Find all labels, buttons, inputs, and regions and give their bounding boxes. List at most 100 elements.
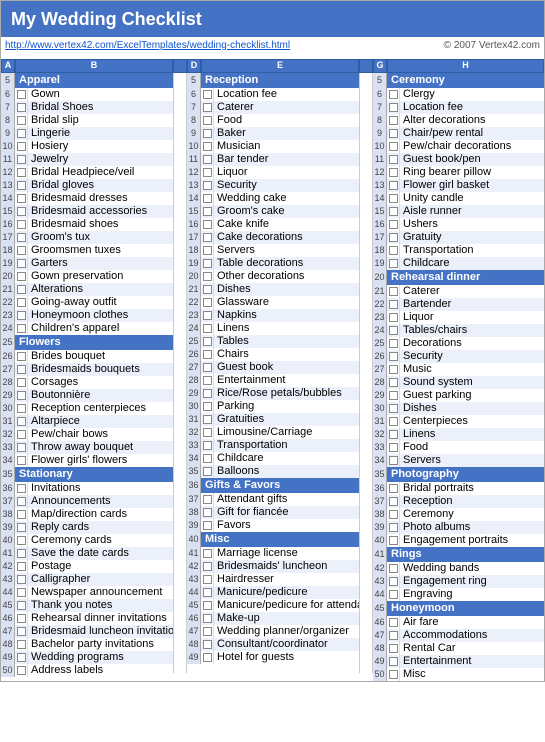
checkbox[interactable] (389, 378, 398, 387)
checkbox[interactable] (203, 350, 212, 359)
checkbox[interactable] (203, 324, 212, 333)
checkbox[interactable] (17, 155, 26, 164)
checkbox[interactable] (203, 103, 212, 112)
checkbox[interactable] (389, 168, 398, 177)
checkbox[interactable] (17, 129, 26, 138)
checkbox[interactable] (389, 155, 398, 164)
checkbox[interactable] (389, 339, 398, 348)
checkbox[interactable] (389, 417, 398, 426)
checkbox[interactable] (17, 627, 26, 636)
checkbox[interactable] (203, 194, 212, 203)
checkbox[interactable] (203, 428, 212, 437)
checkbox[interactable] (17, 194, 26, 203)
checkbox[interactable] (203, 495, 212, 504)
checkbox[interactable] (203, 389, 212, 398)
checkbox[interactable] (17, 614, 26, 623)
checkbox[interactable] (203, 363, 212, 372)
checkbox[interactable] (17, 653, 26, 662)
checkbox[interactable] (203, 549, 212, 558)
checkbox[interactable] (389, 246, 398, 255)
checkbox[interactable] (389, 233, 398, 242)
checkbox[interactable] (203, 298, 212, 307)
checkbox[interactable] (203, 588, 212, 597)
checkbox[interactable] (17, 456, 26, 465)
checkbox[interactable] (17, 549, 26, 558)
checkbox[interactable] (389, 430, 398, 439)
checkbox[interactable] (17, 207, 26, 216)
checkbox[interactable] (389, 207, 398, 216)
checkbox[interactable] (17, 142, 26, 151)
checkbox[interactable] (17, 311, 26, 320)
checkbox[interactable] (203, 155, 212, 164)
checkbox[interactable] (17, 285, 26, 294)
checkbox[interactable] (389, 510, 398, 519)
checkbox[interactable] (389, 644, 398, 653)
checkbox[interactable] (389, 365, 398, 374)
checkbox[interactable] (17, 181, 26, 190)
checkbox[interactable] (389, 103, 398, 112)
checkbox[interactable] (203, 168, 212, 177)
checkbox[interactable] (17, 497, 26, 506)
checkbox[interactable] (389, 181, 398, 190)
checkbox[interactable] (17, 365, 26, 374)
checkbox[interactable] (203, 627, 212, 636)
checkbox[interactable] (389, 194, 398, 203)
checkbox[interactable] (389, 456, 398, 465)
checkbox[interactable] (17, 352, 26, 361)
checkbox[interactable] (17, 430, 26, 439)
checkbox[interactable] (389, 536, 398, 545)
checkbox[interactable] (203, 614, 212, 623)
checkbox[interactable] (17, 168, 26, 177)
checkbox[interactable] (389, 259, 398, 268)
checkbox[interactable] (203, 575, 212, 584)
checkbox[interactable] (17, 443, 26, 452)
checkbox[interactable] (389, 129, 398, 138)
checkbox[interactable] (17, 588, 26, 597)
checkbox[interactable] (17, 484, 26, 493)
checkbox[interactable] (17, 233, 26, 242)
checkbox[interactable] (389, 300, 398, 309)
checkbox[interactable] (203, 233, 212, 242)
checkbox[interactable] (203, 415, 212, 424)
checkbox[interactable] (389, 220, 398, 229)
checkbox[interactable] (203, 467, 212, 476)
checkbox[interactable] (203, 653, 212, 662)
checkbox[interactable] (203, 311, 212, 320)
checkbox[interactable] (203, 441, 212, 450)
checkbox[interactable] (17, 298, 26, 307)
checkbox[interactable] (17, 378, 26, 387)
checkbox[interactable] (203, 521, 212, 530)
checkbox[interactable] (17, 417, 26, 426)
checkbox[interactable] (203, 601, 212, 610)
checkbox[interactable] (389, 287, 398, 296)
checkbox[interactable] (203, 220, 212, 229)
checkbox[interactable] (17, 259, 26, 268)
checkbox[interactable] (17, 116, 26, 125)
checkbox[interactable] (389, 443, 398, 452)
checkbox[interactable] (203, 142, 212, 151)
checkbox[interactable] (17, 640, 26, 649)
checkbox[interactable] (203, 376, 212, 385)
checkbox[interactable] (17, 575, 26, 584)
checkbox[interactable] (389, 404, 398, 413)
checkbox[interactable] (203, 129, 212, 138)
checkbox[interactable] (389, 523, 398, 532)
checkbox[interactable] (389, 484, 398, 493)
checkbox[interactable] (389, 631, 398, 640)
checkbox[interactable] (17, 536, 26, 545)
checkbox[interactable] (389, 670, 398, 679)
checkbox[interactable] (389, 326, 398, 335)
checkbox[interactable] (389, 116, 398, 125)
checkbox[interactable] (203, 259, 212, 268)
checkbox[interactable] (203, 90, 212, 99)
checkbox[interactable] (203, 181, 212, 190)
website-link[interactable]: http://www.vertex42.com/ExcelTemplates/w… (5, 40, 290, 51)
checkbox[interactable] (389, 564, 398, 573)
checkbox[interactable] (17, 601, 26, 610)
checkbox[interactable] (389, 618, 398, 627)
checkbox[interactable] (17, 404, 26, 413)
checkbox[interactable] (17, 272, 26, 281)
checkbox[interactable] (203, 454, 212, 463)
checkbox[interactable] (203, 207, 212, 216)
checkbox[interactable] (203, 562, 212, 571)
